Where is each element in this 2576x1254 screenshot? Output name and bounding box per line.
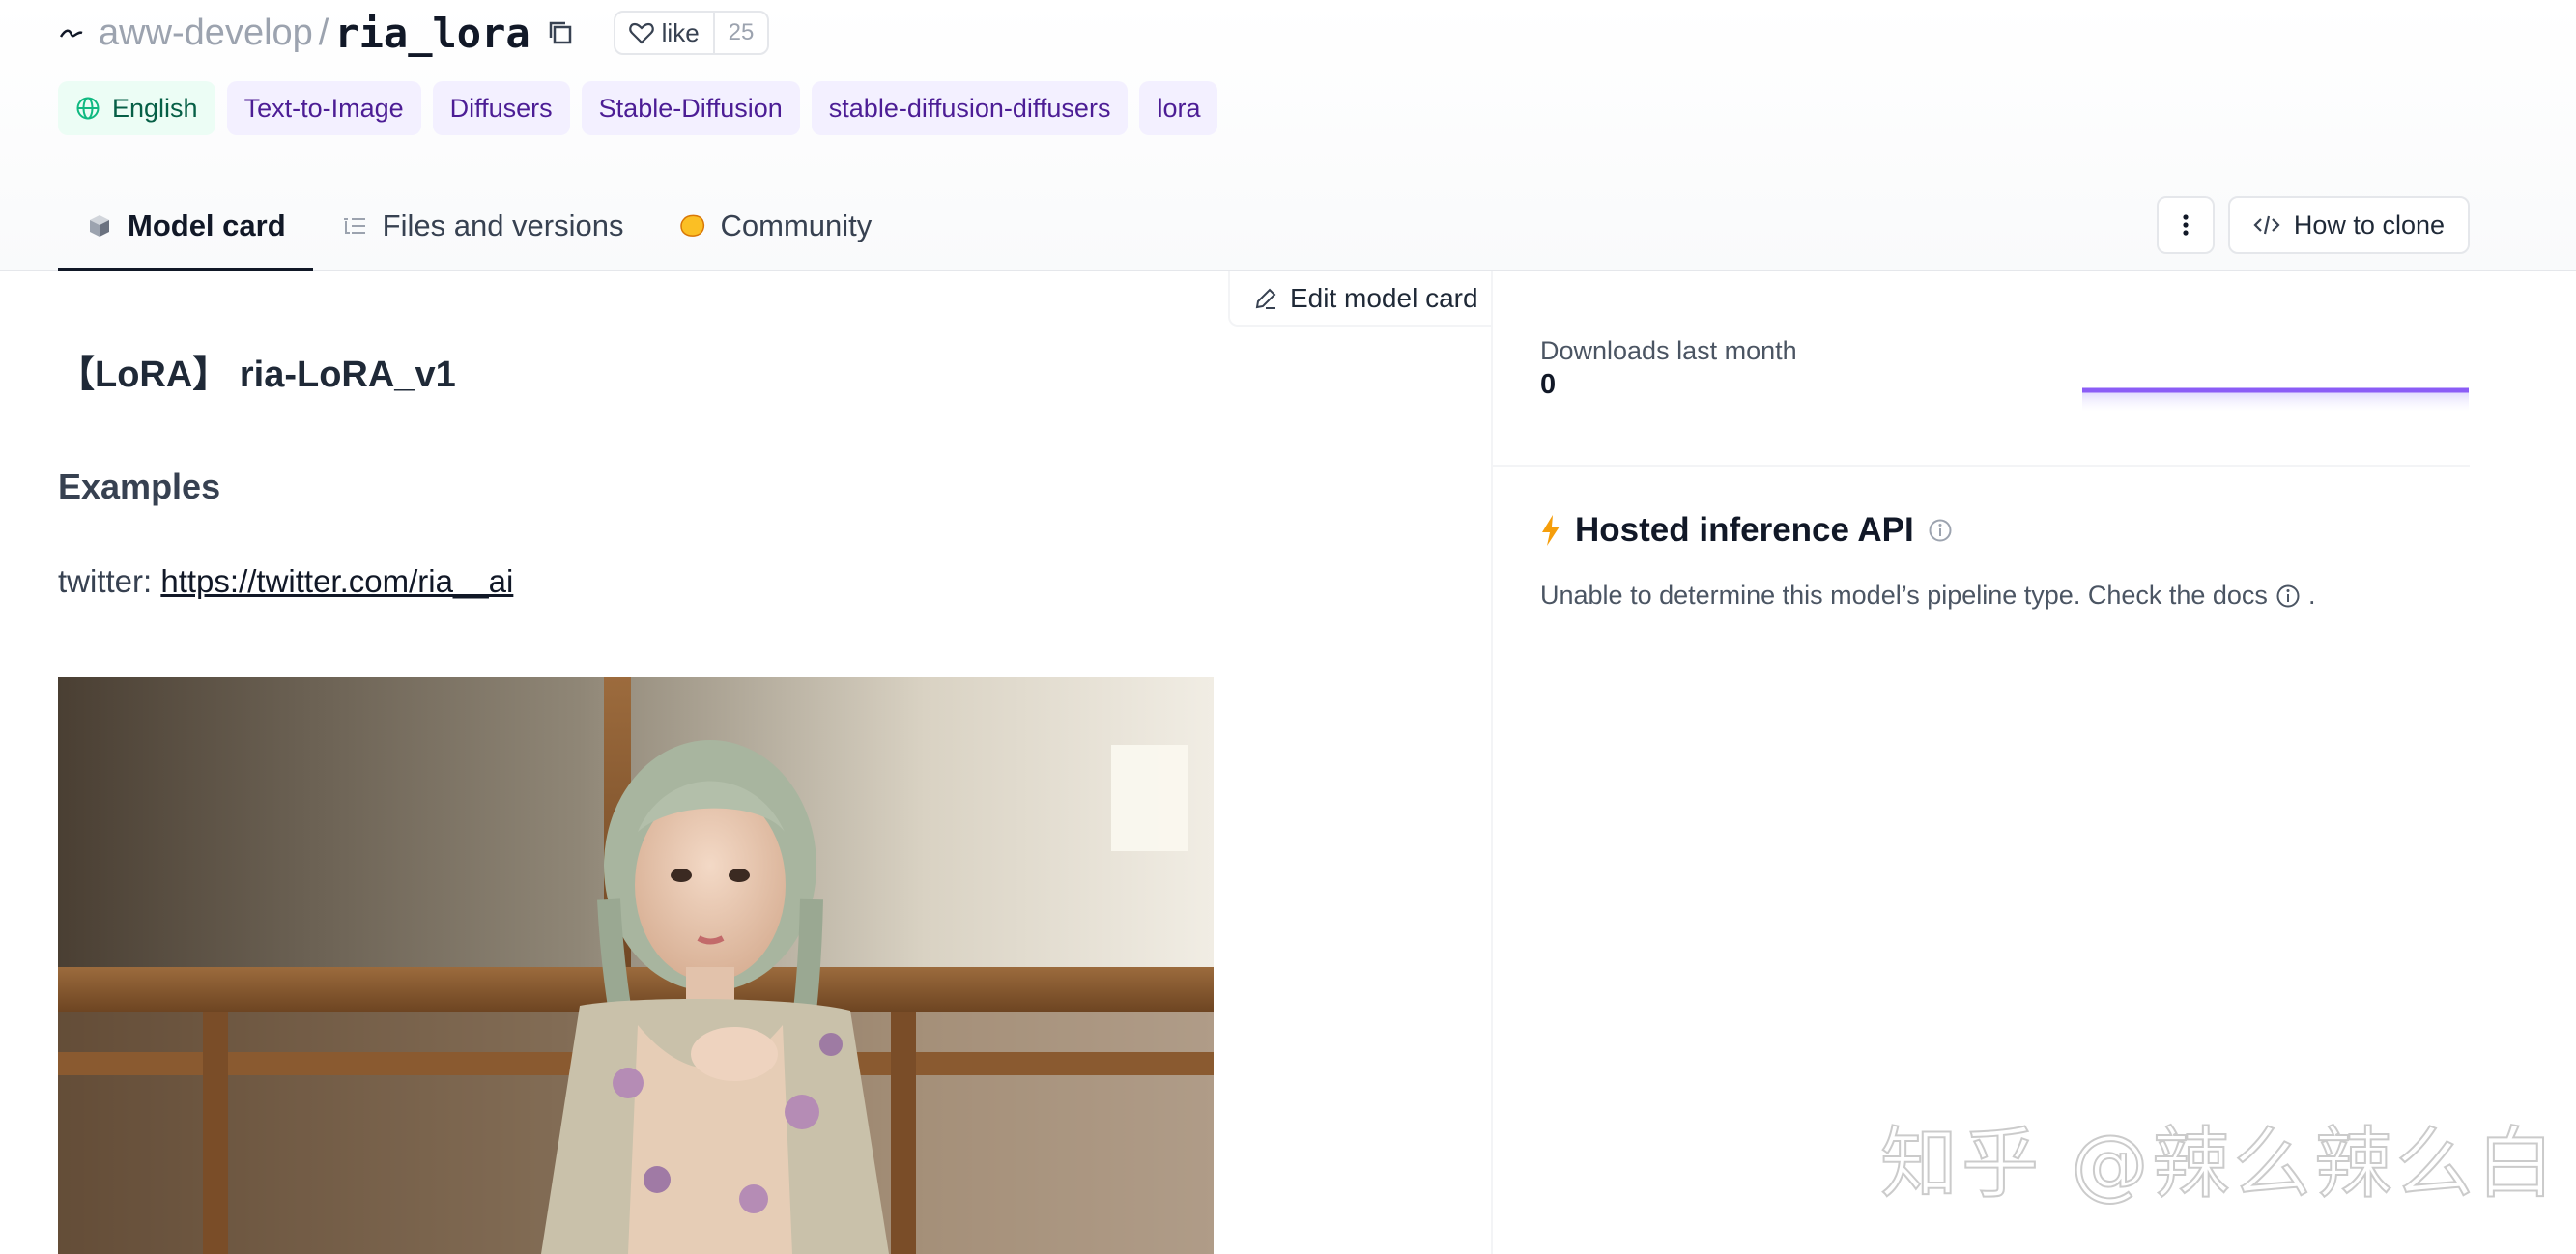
how-to-clone-button[interactable]: How to clone bbox=[2227, 196, 2470, 254]
inference-api-message-end: . bbox=[2307, 581, 2316, 610]
repo-owner[interactable]: aww-develop bbox=[99, 13, 313, 54]
inference-api-heading: Hosted inference API bbox=[1540, 511, 1953, 550]
examples-heading: Examples bbox=[58, 467, 221, 506]
twitter-prefix: twitter: bbox=[58, 563, 153, 599]
tab-files-and-versions[interactable]: Files and versions bbox=[313, 184, 651, 271]
tag-label: Diffusers bbox=[449, 93, 553, 123]
inference-api-message-text: Unable to determine this model’s pipelin… bbox=[1540, 581, 2268, 610]
code-icon bbox=[2253, 215, 2280, 235]
repo-separator: / bbox=[318, 12, 329, 53]
tag-label: Stable-Diffusion bbox=[598, 93, 783, 123]
like-label: like bbox=[661, 17, 700, 47]
repo-tabs: Model card Files and versions Community bbox=[58, 184, 899, 271]
model-icon bbox=[59, 29, 83, 38]
tag-other[interactable]: stable-diffusion-diffusers bbox=[811, 81, 1129, 135]
how-to-clone-label: How to clone bbox=[2293, 210, 2445, 240]
tab-label: Model card bbox=[128, 208, 286, 242]
tag-other[interactable]: lora bbox=[1139, 81, 1218, 135]
watermark: 知乎 @辣么辣么白 bbox=[1879, 1118, 2559, 1210]
docs-info-icon[interactable] bbox=[2275, 584, 2301, 609]
repo-header: aww-develop / ria_lora like 25 English T… bbox=[0, 0, 2576, 271]
model-card-title: 【LoRA】 ria-LoRA_v1 bbox=[58, 355, 456, 395]
copy-icon[interactable] bbox=[546, 18, 575, 47]
sidebar-divider bbox=[1493, 465, 2470, 467]
example-image bbox=[58, 677, 1214, 1254]
downloads-sparkline bbox=[2082, 387, 2469, 412]
tag-label: stable-diffusion-diffusers bbox=[828, 93, 1111, 123]
repo-name[interactable]: ria_lora bbox=[334, 10, 530, 57]
inference-api-title: Hosted inference API bbox=[1575, 511, 1914, 549]
vertical-dots-icon bbox=[2183, 214, 2189, 236]
tag-list: English Text-to-Image Diffusers Stable-D… bbox=[58, 81, 1218, 135]
edit-model-card-label: Edit model card bbox=[1290, 282, 1478, 313]
model-card-content: Edit model card 【LoRA】 ria-LoRA_v1 Examp… bbox=[0, 271, 1493, 1254]
like-button[interactable]: like bbox=[615, 13, 713, 53]
tab-label: Files and versions bbox=[382, 208, 624, 242]
example-image-illustration bbox=[58, 677, 1214, 1254]
heart-icon bbox=[628, 22, 654, 44]
downloads-label: Downloads last month bbox=[1540, 336, 1797, 365]
tag-other[interactable]: Stable-Diffusion bbox=[581, 81, 800, 135]
header-actions: How to clone bbox=[2156, 196, 2470, 254]
files-icon bbox=[343, 217, 365, 234]
repo-title-line: aww-develop / ria_lora like 25 bbox=[58, 6, 770, 60]
community-icon bbox=[679, 214, 704, 237]
tab-community[interactable]: Community bbox=[651, 184, 900, 271]
twitter-line: twitter: https://twitter.com/ria__ai bbox=[58, 563, 513, 600]
lightning-icon bbox=[1542, 515, 1560, 546]
like-count[interactable]: 25 bbox=[712, 13, 768, 53]
downloads-value: 0 bbox=[1540, 369, 1557, 400]
tag-library[interactable]: Diffusers bbox=[432, 81, 570, 135]
tab-label: Community bbox=[720, 208, 873, 242]
cube-icon bbox=[90, 214, 109, 237]
tab-model-card[interactable]: Model card bbox=[58, 184, 313, 271]
like-widget: like 25 bbox=[613, 11, 770, 55]
tag-label: Text-to-Image bbox=[243, 93, 404, 123]
tag-label: English bbox=[112, 93, 198, 123]
tag-label: lora bbox=[1157, 93, 1201, 123]
edit-model-card-button[interactable]: Edit model card bbox=[1228, 271, 1493, 327]
info-icon[interactable] bbox=[1928, 518, 1953, 543]
inference-api-message: Unable to determine this model’s pipelin… bbox=[1540, 581, 2315, 611]
more-options-button[interactable] bbox=[2156, 196, 2215, 254]
twitter-link[interactable]: https://twitter.com/ria__ai bbox=[160, 563, 513, 599]
globe-icon bbox=[76, 97, 100, 120]
tag-language[interactable]: English bbox=[58, 81, 215, 135]
tag-task[interactable]: Text-to-Image bbox=[226, 81, 421, 135]
pencil-icon bbox=[1255, 288, 1276, 309]
